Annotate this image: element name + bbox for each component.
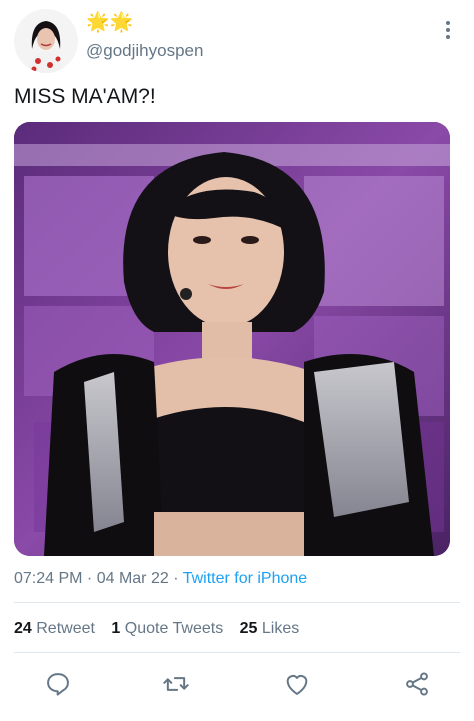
share-icon[interactable]: [403, 670, 431, 698]
retweets-label: Retweet: [36, 620, 95, 637]
likes-stat[interactable]: 25 Likes: [240, 620, 300, 637]
tweet-time[interactable]: 07:24 PM: [14, 570, 82, 587]
meta-separator: ·: [82, 570, 97, 587]
likes-count: 25: [239, 620, 258, 637]
tweet-stats: 24 Retweet 1 Quote Tweets 25 Likes: [14, 618, 311, 640]
reply-icon[interactable]: [44, 670, 72, 698]
divider: [14, 602, 460, 603]
more-dot: [446, 35, 450, 39]
retweet-icon[interactable]: [162, 670, 190, 698]
avatar[interactable]: [14, 9, 78, 73]
meta-separator: ·: [168, 570, 183, 587]
tweet-media-image[interactable]: [14, 122, 450, 556]
more-vertical-icon[interactable]: [438, 18, 458, 42]
tweet-timestamp: 07:24 PM · 04 Mar 22 · Twitter for iPhon…: [14, 568, 307, 590]
quotes-label: Quote Tweets: [124, 620, 224, 637]
divider: [14, 652, 460, 653]
likes-label: Likes: [261, 620, 300, 637]
more-dot: [446, 21, 450, 25]
stage-photo: [14, 122, 450, 556]
tweet-text: MISS MA'AM?!: [14, 85, 156, 108]
tweet-source-link[interactable]: Twitter for iPhone: [183, 570, 308, 587]
heart-icon[interactable]: [283, 670, 311, 698]
more-dot: [446, 28, 450, 32]
retweets-count: 24: [14, 620, 32, 637]
tweet-actions: [0, 664, 474, 704]
retweets-stat[interactable]: 24 Retweet: [14, 620, 95, 637]
tweet-date[interactable]: 04 Mar 22: [97, 570, 169, 587]
user-handle[interactable]: @godjihyospen: [86, 40, 203, 62]
avatar-image: [14, 9, 78, 73]
quotes-count: 1: [111, 620, 121, 637]
quotes-stat[interactable]: 1 Quote Tweets: [111, 620, 223, 637]
display-name[interactable]: 🌟🌟: [86, 12, 133, 34]
